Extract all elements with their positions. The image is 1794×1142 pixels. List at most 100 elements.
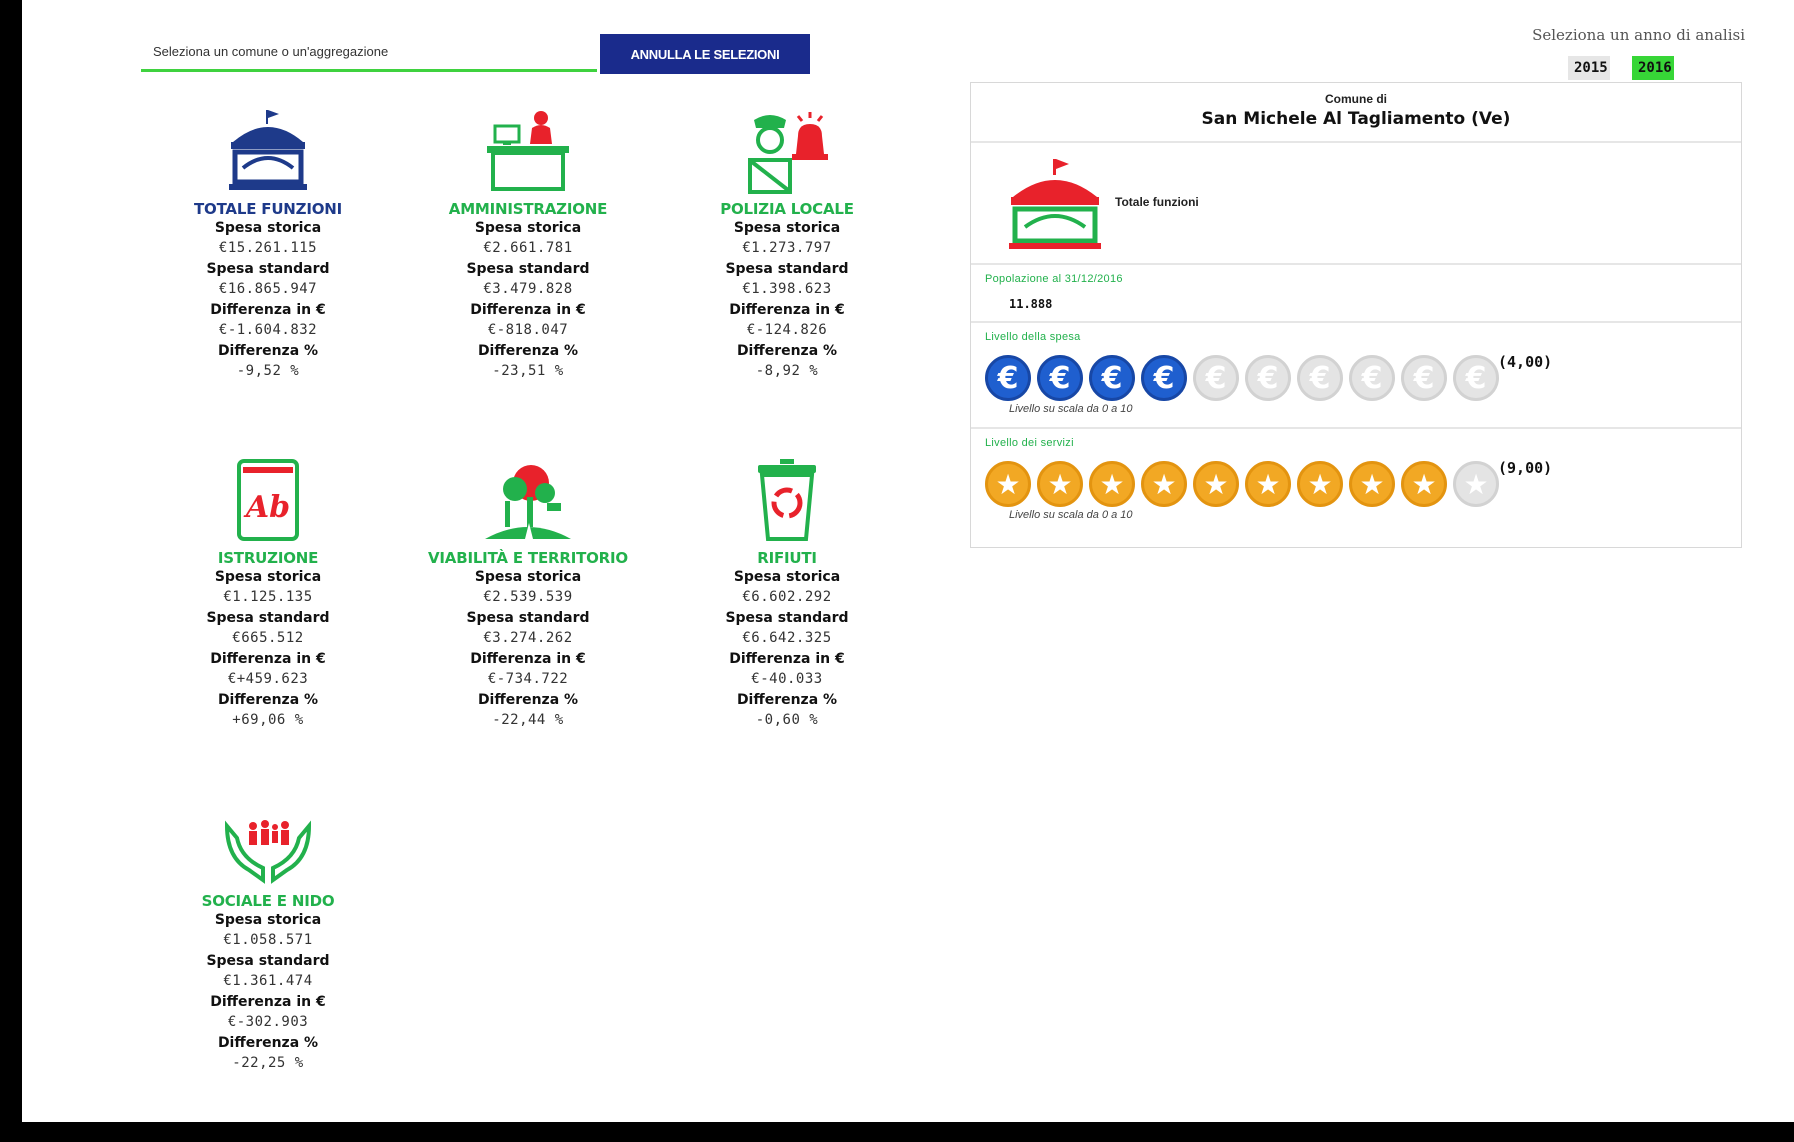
star-icon: ★ <box>1089 461 1135 507</box>
spesa-storica-label: Spesa storica <box>474 569 582 585</box>
euro-coin-icon: € <box>1297 355 1343 401</box>
function-card-totale[interactable]: TOTALE FUNZIONI Spesa storica €15.261.11… <box>153 104 383 382</box>
search-input[interactable] <box>141 34 597 69</box>
population-value: 11.888 <box>1009 297 1053 311</box>
euro-coin-icon: € <box>1245 355 1291 401</box>
diff-pct-value: -8,92 % <box>755 363 819 379</box>
euro-coin-icon: € <box>1037 355 1083 401</box>
spesa-standard-label: Spesa standard <box>725 610 849 626</box>
diff-pct-value: -23,51 % <box>492 363 564 379</box>
recycle-bin-icon <box>672 453 902 543</box>
services-scale-note: Livello su scala da 0 a 10 <box>1009 509 1133 521</box>
euro-coin-icon: € <box>1453 355 1499 401</box>
spesa-storica-value: €1.125.135 <box>223 589 313 605</box>
function-title: VIABILITÀ E TERRITORIO <box>428 549 628 567</box>
diff-pct-label: Differenza % <box>217 692 319 708</box>
function-card-rifiuti[interactable]: RIFIUTI Spesa storica €6.602.292 Spesa s… <box>672 453 902 731</box>
spending-scale-note: Livello su scala da 0 a 10 <box>1009 403 1133 415</box>
euro-coin-icon: € <box>1401 355 1447 401</box>
office-desk-icon <box>413 104 643 194</box>
spesa-standard-label: Spesa standard <box>466 261 590 277</box>
star-icon: ★ <box>1037 461 1083 507</box>
diff-eur-value: €-124.826 <box>746 322 828 338</box>
diff-pct-value: -22,25 % <box>232 1055 304 1071</box>
diff-eur-label: Differenza in € <box>210 302 326 318</box>
spesa-storica-label: Spesa storica <box>733 569 841 585</box>
clear-selections-button[interactable]: ANNULLA LE SELEZIONI <box>600 34 810 74</box>
town-hall-icon <box>1005 157 1105 258</box>
euro-coin-icon: € <box>1141 355 1187 401</box>
spesa-storica-value: €2.661.781 <box>483 240 573 256</box>
spesa-storica-value: €15.261.115 <box>218 240 318 256</box>
spending-level-rating: € € € € € € € € € € <box>985 355 1499 401</box>
spesa-standard-label: Spesa standard <box>466 610 590 626</box>
services-level-section: Livello dei servizi ★ ★ ★ ★ ★ ★ ★ ★ ★ ★ (9,00) Li… <box>971 429 1741 533</box>
panel-subtitle: Comune di <box>1325 92 1387 106</box>
spending-level-score: (4,00) <box>1498 353 1553 371</box>
star-icon: ★ <box>1193 461 1239 507</box>
spesa-storica-label: Spesa storica <box>214 220 322 236</box>
spending-level-label: Livello della spesa <box>985 331 1081 343</box>
diff-eur-label: Differenza in € <box>729 302 845 318</box>
function-card-polizia[interactable]: POLIZIA LOCALE Spesa storica €1.273.797 … <box>672 104 902 382</box>
spesa-standard-value: €665.512 <box>232 630 304 646</box>
spesa-standard-label: Spesa standard <box>206 261 330 277</box>
svg-text:Ab: Ab <box>243 490 290 525</box>
diff-pct-value: -0,60 % <box>755 712 819 728</box>
selected-function-label: Totale funzioni <box>1115 195 1199 209</box>
diff-eur-value: €-40.033 <box>751 671 823 687</box>
function-title: RIFIUTI <box>757 549 817 567</box>
function-card-viabilita[interactable]: VIABILITÀ E TERRITORIO Spesa storica €2.… <box>413 453 643 731</box>
spesa-storica-value: €1.273.797 <box>742 240 832 256</box>
spesa-standard-value: €16.865.947 <box>218 281 318 297</box>
star-icon: ★ <box>1297 461 1343 507</box>
town-hall-icon <box>153 104 383 194</box>
year-2015-button[interactable]: 2015 <box>1568 56 1610 80</box>
function-title: ISTRUZIONE <box>217 549 319 567</box>
diff-pct-label: Differenza % <box>217 1035 319 1051</box>
spesa-storica-value: €6.602.292 <box>742 589 832 605</box>
diff-eur-value: €-818.047 <box>487 322 569 338</box>
municipality-detail-panel: Comune di San Michele Al Tagliamento (Ve… <box>970 82 1742 548</box>
diff-pct-label: Differenza % <box>736 692 838 708</box>
function-card-sociale[interactable]: SOCIALE E NIDO Spesa storica €1.058.571 … <box>153 814 383 1074</box>
spesa-storica-value: €1.058.571 <box>223 932 313 948</box>
year-selector-label: Seleziona un anno di analisi <box>1532 26 1745 44</box>
search-box[interactable] <box>141 34 597 72</box>
diff-pct-value: -22,44 % <box>492 712 564 728</box>
diff-pct-value: +69,06 % <box>232 712 304 728</box>
star-icon: ★ <box>1349 461 1395 507</box>
population-section: Popolazione al 31/12/2016 11.888 <box>971 265 1741 323</box>
diff-eur-label: Differenza in € <box>210 651 326 667</box>
selected-function: Totale funzioni <box>971 143 1741 265</box>
diff-eur-value: €+459.623 <box>227 671 309 687</box>
spesa-storica-label: Spesa storica <box>733 220 841 236</box>
spesa-standard-value: €3.479.828 <box>483 281 573 297</box>
services-level-label: Livello dei servizi <box>985 437 1074 449</box>
population-label: Popolazione al 31/12/2016 <box>985 273 1123 285</box>
school-book-icon: Ab <box>153 453 383 543</box>
diff-pct-label: Differenza % <box>477 343 579 359</box>
frame-left-border <box>0 0 22 1142</box>
diff-eur-label: Differenza in € <box>729 651 845 667</box>
year-2016-button[interactable]: 2016 <box>1632 56 1674 80</box>
function-card-istruzione[interactable]: Ab ISTRUZIONE Spesa storica €1.125.135 S… <box>153 453 383 731</box>
diff-pct-value: -9,52 % <box>236 363 300 379</box>
services-level-rating: ★ ★ ★ ★ ★ ★ ★ ★ ★ ★ <box>985 461 1499 507</box>
diff-pct-label: Differenza % <box>217 343 319 359</box>
spesa-standard-value: €6.642.325 <box>742 630 832 646</box>
caring-hands-icon <box>153 814 383 886</box>
spesa-storica-label: Spesa storica <box>474 220 582 236</box>
spesa-storica-label: Spesa storica <box>214 569 322 585</box>
spesa-standard-label: Spesa standard <box>206 953 330 969</box>
diff-pct-label: Differenza % <box>477 692 579 708</box>
euro-coin-icon: € <box>1349 355 1395 401</box>
services-level-score: (9,00) <box>1498 459 1553 477</box>
diff-eur-value: €-302.903 <box>227 1014 309 1030</box>
frame-bottom-border <box>0 1122 1794 1142</box>
star-icon: ★ <box>1141 461 1187 507</box>
function-card-amministrazione[interactable]: AMMINISTRAZIONE Spesa storica €2.661.781… <box>413 104 643 382</box>
spesa-standard-label: Spesa standard <box>725 261 849 277</box>
municipality-name: San Michele Al Tagliamento (Ve) <box>1201 109 1511 129</box>
spesa-standard-value: €1.398.623 <box>742 281 832 297</box>
